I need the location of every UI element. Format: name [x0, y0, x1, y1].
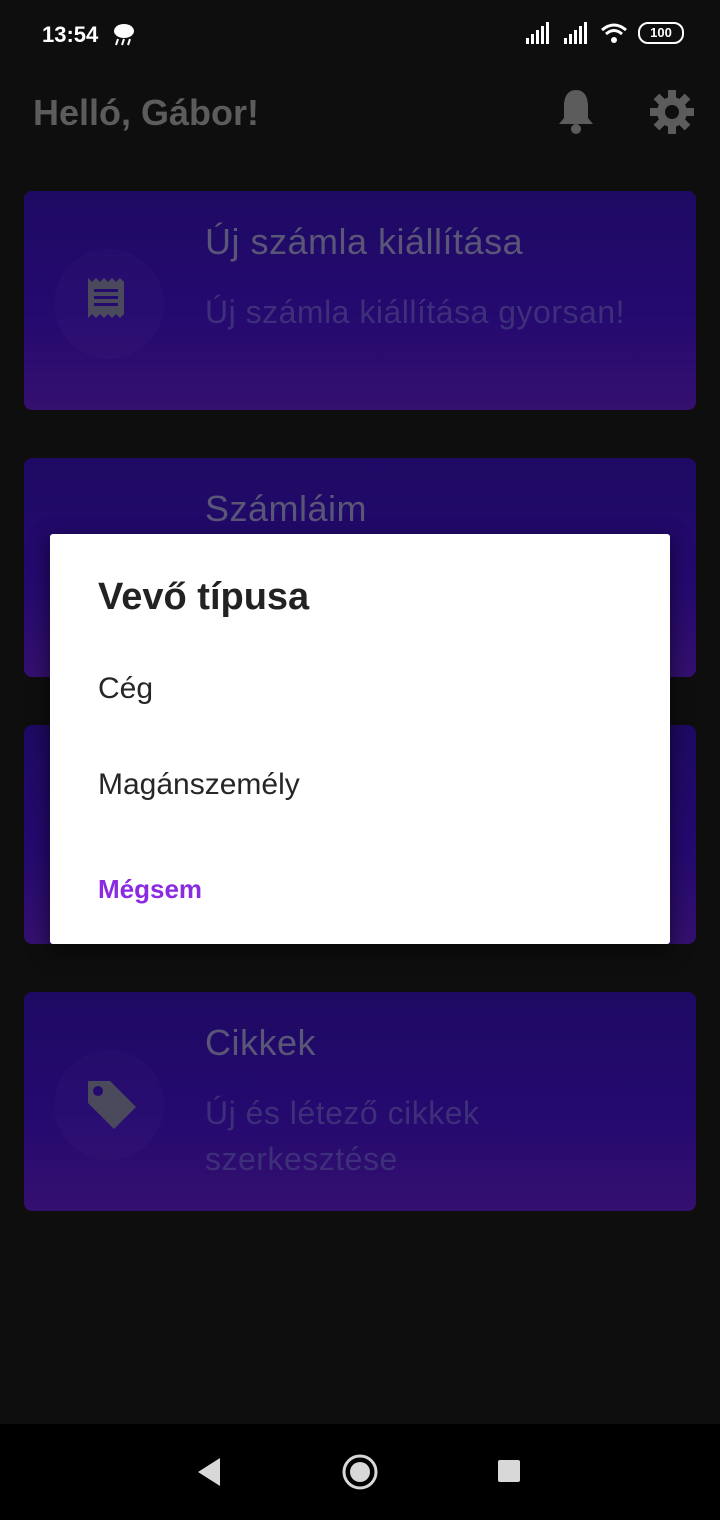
recents-icon[interactable]: [494, 1448, 524, 1499]
back-icon[interactable]: [194, 1448, 224, 1499]
option-company[interactable]: Cég: [98, 672, 153, 706]
navigation-bar: [0, 1424, 720, 1520]
dialog-title: Vevő típusa: [98, 576, 310, 618]
home-icon[interactable]: [338, 1448, 382, 1499]
cancel-button[interactable]: Mégsem: [98, 874, 202, 905]
option-private-person[interactable]: Magánszemély: [98, 768, 300, 802]
customer-type-dialog: Vevő típusa Cég Magánszemély Mégsem: [50, 534, 670, 944]
